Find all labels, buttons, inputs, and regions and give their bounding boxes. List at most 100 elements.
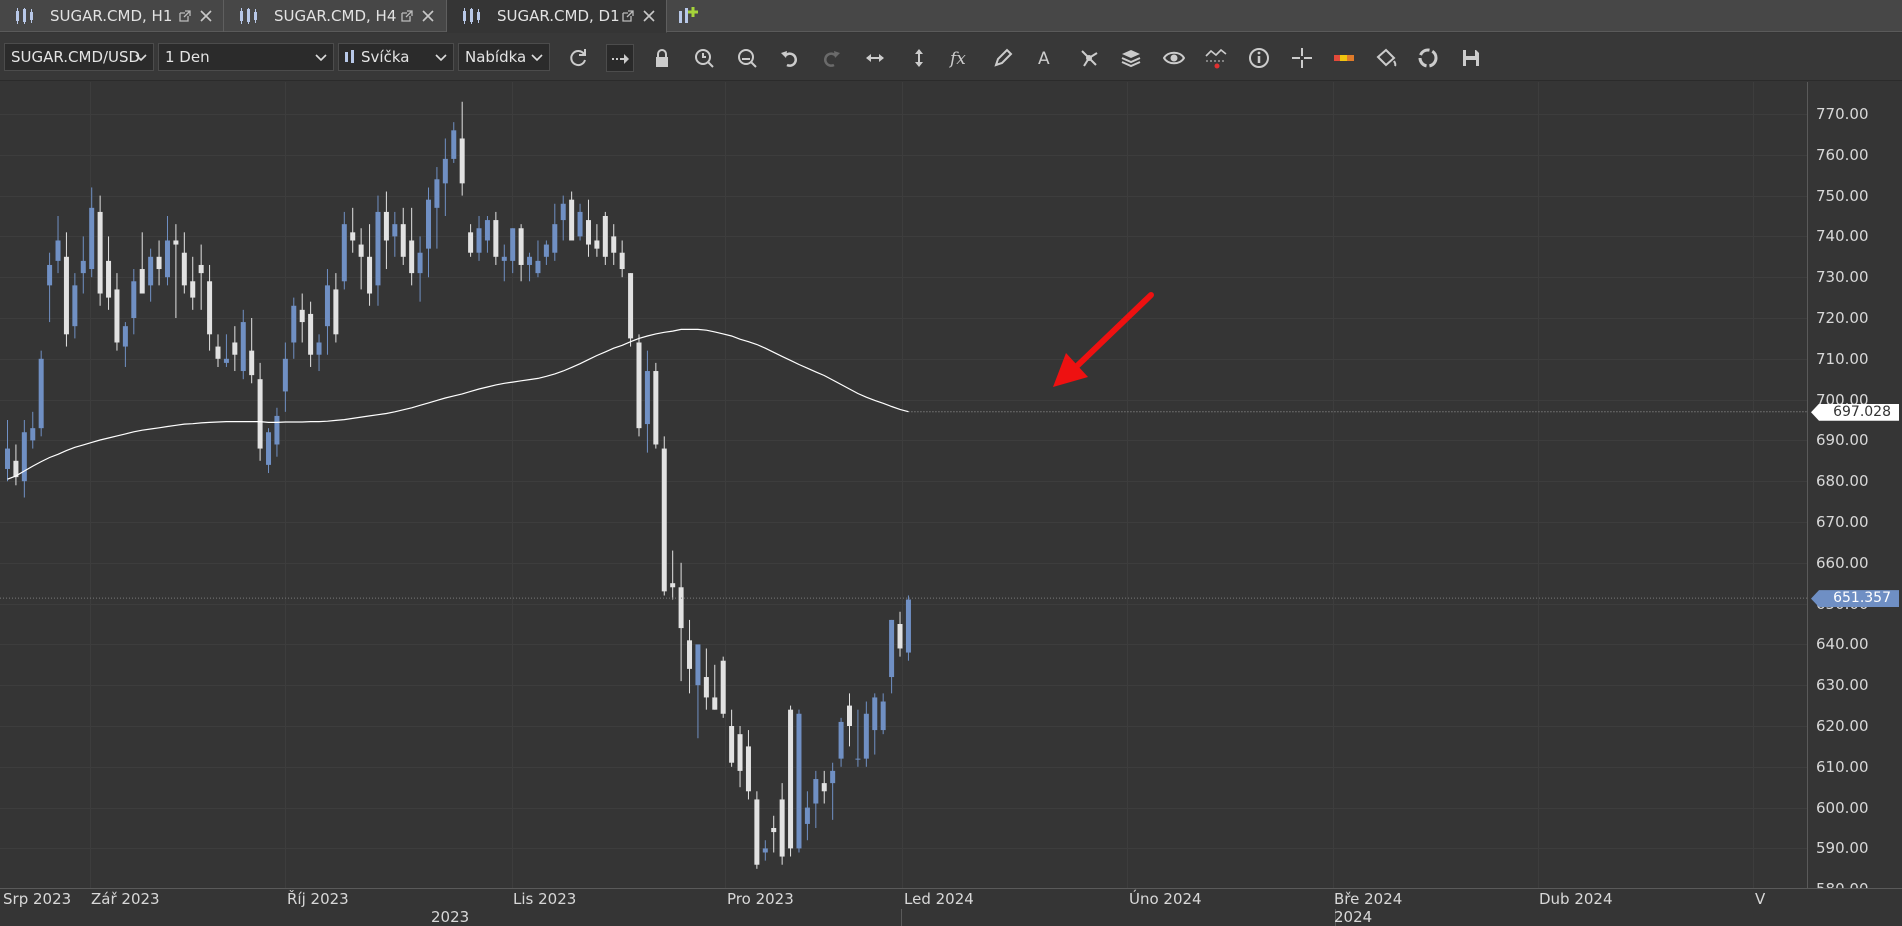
chevron-down-icon — [531, 54, 543, 62]
candle-body — [333, 289, 339, 335]
redo-icon — [824, 51, 840, 67]
popout-icon[interactable] — [400, 9, 414, 23]
candle-body — [122, 326, 128, 347]
candle-body — [518, 228, 524, 265]
candlestick-chart[interactable] — [0, 82, 1807, 888]
candle-body — [695, 644, 701, 686]
month-label: V — [1755, 890, 1766, 908]
candlestick-icon — [16, 8, 33, 24]
cycle-icon — [1418, 48, 1438, 68]
svg-text:A: A — [1038, 49, 1050, 69]
candle-body — [97, 211, 103, 294]
crosshair-button[interactable] — [1288, 44, 1316, 72]
candle-body — [426, 199, 431, 249]
visibility-button[interactable] — [1160, 44, 1188, 72]
candle-body — [80, 260, 86, 274]
candle-body — [316, 342, 322, 355]
shift-chart-button[interactable] — [606, 44, 634, 72]
period-select[interactable]: 1 Den — [158, 43, 334, 71]
candle-body — [569, 199, 575, 241]
close-icon[interactable] — [421, 9, 435, 23]
undo-button[interactable] — [775, 44, 803, 72]
candle-body — [30, 428, 36, 441]
chart-plot-area[interactable] — [0, 82, 1807, 888]
candle-body — [266, 432, 272, 465]
candle-body — [367, 256, 373, 294]
price-axis[interactable]: 580.00590.00600.00610.00620.00630.00640.… — [1807, 82, 1902, 898]
text-tool-button[interactable]: A — [1032, 44, 1060, 72]
tab-sugar-d1[interactable]: SUGAR.CMD, D1 — [447, 0, 667, 33]
price-tick-label: 760.00 — [1816, 145, 1869, 164]
pattern-button[interactable] — [1075, 44, 1103, 72]
month-label: Pro 2023 — [727, 890, 794, 908]
candle-body — [148, 256, 154, 286]
tab-sugar-h1[interactable]: SUGAR.CMD, H1 — [0, 0, 224, 32]
tab-sugar-h4[interactable]: SUGAR.CMD, H4 — [224, 0, 447, 32]
time-axis[interactable]: 2023 2024 Srp 2023 Zář 2023 Říj 2023 Lis 20… — [0, 888, 1902, 926]
month-label: Říj 2023 — [287, 890, 349, 908]
chart-type-select[interactable]: Svíčka — [338, 43, 454, 71]
zoom-out-button[interactable] — [733, 44, 761, 72]
info-button[interactable] — [1245, 44, 1273, 72]
tab-label: SUGAR.CMD, H1 — [50, 7, 173, 25]
lock-button[interactable] — [648, 44, 676, 72]
candle-body — [543, 244, 549, 257]
chart-type-value: Svíčka — [361, 48, 410, 66]
refresh-button[interactable] — [564, 44, 592, 72]
save-button[interactable] — [1457, 44, 1485, 72]
add-tab-icon[interactable] — [676, 3, 702, 29]
candle-body — [897, 624, 903, 649]
candlestick-icon — [240, 8, 257, 24]
candle-body — [249, 350, 255, 376]
fit-vertical-button[interactable] — [905, 44, 933, 72]
fit-horizontal-icon — [866, 54, 884, 62]
candle-body — [510, 228, 516, 261]
price-tick-label: 690.00 — [1816, 431, 1869, 450]
price-side-select[interactable]: Nabídka — [458, 43, 550, 71]
candle-body — [804, 807, 810, 824]
candle-body — [535, 260, 541, 274]
candle-body — [164, 240, 170, 278]
candle-body — [729, 726, 735, 763]
candle-body — [838, 721, 844, 759]
chart-toolbar: SUGAR.CMD/USD 1 Den Svíčka Nabídka fx A — [0, 33, 1902, 81]
month-label: Zář 2023 — [91, 890, 160, 908]
candle-body — [687, 640, 693, 669]
fit-horizontal-button[interactable] — [861, 44, 889, 72]
instrument-select[interactable]: SUGAR.CMD/USD — [4, 43, 154, 71]
layers-button[interactable] — [1117, 44, 1145, 72]
candle-body — [628, 273, 634, 339]
candle-body — [173, 240, 179, 245]
alert-line-button[interactable] — [1202, 44, 1230, 72]
redo-button[interactable] — [818, 44, 846, 72]
candle-body — [409, 240, 415, 274]
color-bar-button[interactable] — [1330, 44, 1358, 72]
paint-button[interactable] — [1372, 44, 1400, 72]
draw-button[interactable] — [989, 44, 1017, 72]
candle-body — [779, 799, 785, 857]
price-tick-label: 590.00 — [1816, 839, 1869, 858]
candle-body — [72, 285, 78, 327]
tab-label: SUGAR.CMD, H4 — [274, 7, 397, 25]
close-icon[interactable] — [199, 9, 213, 23]
tab-bar: SUGAR.CMD, H1 SUGAR.CMD, H4 SUGAR.CMD, D… — [0, 0, 1902, 33]
price-tick-label: 750.00 — [1816, 186, 1869, 205]
candle-body — [762, 848, 768, 853]
price-tick-label: 610.00 — [1816, 757, 1869, 776]
candle-body — [636, 342, 642, 429]
candle-body — [324, 285, 330, 327]
candle-body — [560, 203, 566, 221]
candle-type-icon — [345, 50, 354, 63]
popout-icon[interactable] — [621, 9, 635, 23]
year-label-2023: 2023 — [431, 908, 470, 926]
shift-chart-icon — [612, 54, 629, 64]
popout-icon[interactable] — [178, 9, 192, 23]
zoom-in-button[interactable] — [690, 44, 718, 72]
moving-average-price-badge: 697.028 — [1811, 403, 1899, 421]
indicators-button[interactable]: fx — [946, 44, 974, 72]
cycle-button[interactable] — [1414, 44, 1442, 72]
candle-body — [552, 224, 558, 253]
annotation-arrow — [1053, 292, 1154, 387]
close-icon[interactable] — [642, 9, 656, 23]
candle-body — [493, 220, 499, 257]
